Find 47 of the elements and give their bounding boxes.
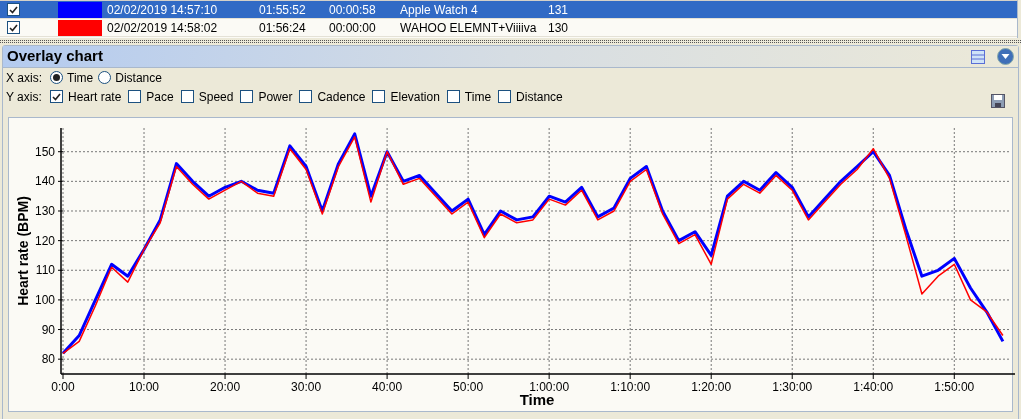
x-tick-label: 0:00: [51, 380, 75, 394]
x-tick-label: 30:00: [291, 380, 322, 394]
table-cell-text: 00:00:00: [328, 19, 377, 37]
y-tick-label: 80: [41, 352, 55, 367]
table-cell-text: 131: [547, 1, 570, 19]
table-cell-text: 01:56:24: [258, 19, 307, 37]
x-tick-label: 1:30:00: [772, 380, 813, 394]
table-cell-text: 01:55:52: [258, 1, 307, 19]
checkbox-label: Elevation: [390, 88, 440, 106]
x-tick-label: 10:00: [129, 380, 160, 394]
table-cell-text: 00:00:58: [328, 1, 377, 19]
x-tick-label: 1:00:00: [529, 380, 570, 394]
checkbox-label: Distance: [516, 88, 563, 106]
checkbox-label: Heart rate: [68, 88, 122, 106]
checkbox-label: Cadence: [317, 88, 366, 106]
y-tick-label: 100: [34, 292, 55, 307]
checkbox-label: Speed: [198, 88, 234, 106]
y-tick-label: 150: [34, 144, 55, 159]
table-cell-text: 02/02/2019 14:57:10: [106, 1, 219, 19]
radio-label: Time: [67, 69, 94, 87]
table-row[interactable]: 02/02/2019 14:58:02 01:56:24 00:00:00 WAHOO ELEMNT+Viiiiva 130: [0, 19, 1017, 37]
y-tick-label: 110: [35, 263, 55, 278]
checkbox-label: Power: [258, 88, 293, 106]
x-axis-label: X axis:: [6, 69, 43, 87]
table-cell-text: WAHOO ELEMNT+Viiiiva: [399, 19, 538, 37]
y-tick-label: 130: [34, 204, 55, 218]
x-tick-label: 50:00: [453, 380, 484, 394]
x-tick-label: 1:50:00: [934, 380, 975, 394]
x-tick-label: 1:40:00: [853, 380, 894, 394]
panel-title: Overlay chart: [7, 46, 104, 67]
checkbox-label: Pace: [146, 88, 174, 106]
x-tick-label: 1:20:00: [691, 380, 732, 394]
table-cell-text: Apple Watch 4: [399, 1, 479, 19]
table-row[interactable]: 02/02/2019 14:57:10 01:55:52 00:00:58 Apple Watch 4 131: [0, 1, 1017, 19]
y-tick-label: 140: [34, 174, 55, 189]
table-cell-text: 02/02/2019 14:58:02: [106, 19, 219, 37]
y-tick-label: 90: [41, 322, 55, 337]
x-tick-label: 40:00: [372, 380, 403, 394]
y-axis-title: Heart rate (BPM): [15, 196, 31, 306]
x-tick-label: 20:00: [210, 380, 241, 394]
table-cell-text: 130: [547, 19, 570, 37]
y-tick-label: 120: [34, 233, 55, 248]
x-axis-title: Time: [519, 391, 555, 408]
x-tick-label: 1:10:00: [610, 380, 651, 394]
checkbox-label: Time: [464, 88, 492, 106]
radio-label: Distance: [115, 69, 162, 87]
y-axis-label: Y axis:: [6, 88, 43, 106]
